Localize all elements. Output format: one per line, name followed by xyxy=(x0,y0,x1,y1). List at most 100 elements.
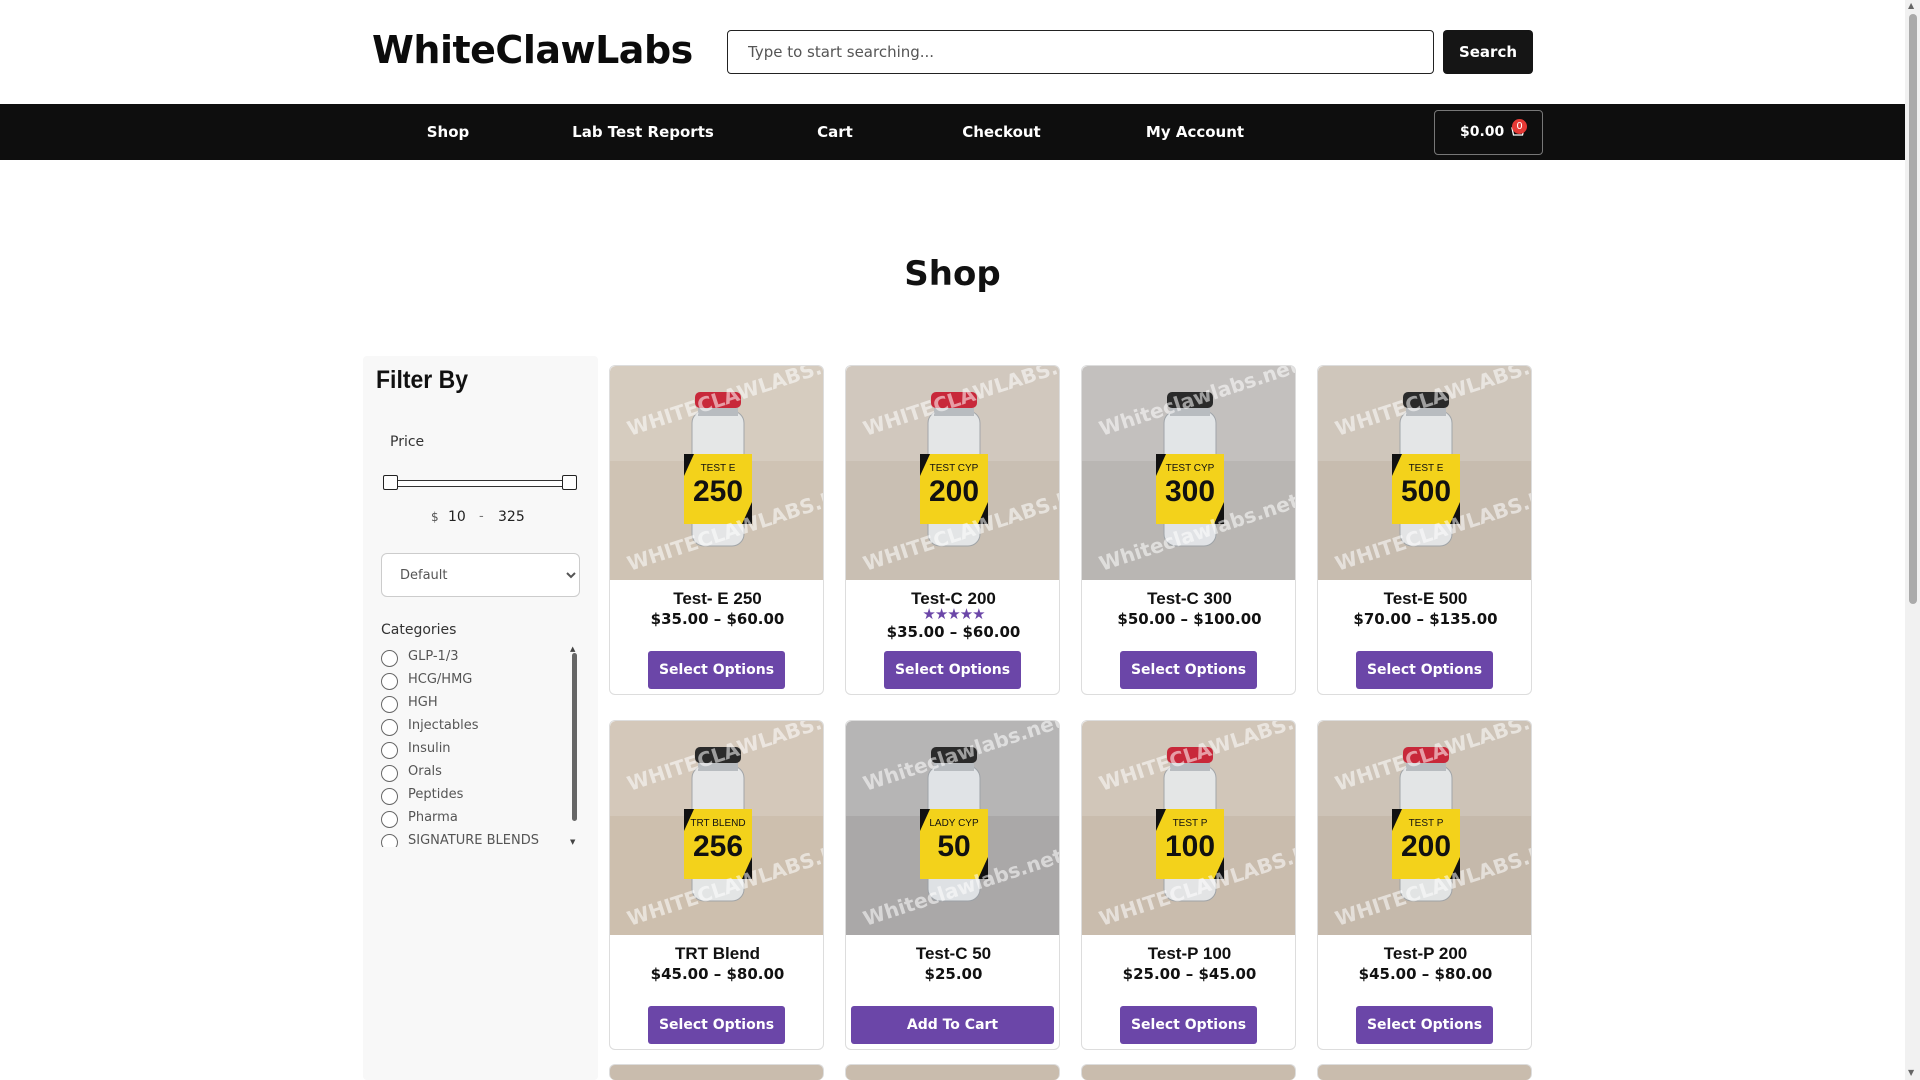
product-image[interactable]: TEST E250WHITECLAWLABS.NETWHITECLAWLABS.… xyxy=(610,366,824,580)
nav-item-cart[interactable]: Cart xyxy=(800,104,870,160)
price-slider-track[interactable] xyxy=(389,480,571,487)
filter-sidebar: Filter By Price $ - Default Categories G… xyxy=(363,356,598,1080)
product-image[interactable]: TEST P100WHITECLAWLABS.NETWHITECLAWLABS.… xyxy=(1082,721,1296,935)
price-separator: - xyxy=(479,509,484,524)
category-scroll-up-icon[interactable]: ▲ xyxy=(570,645,575,653)
category-item[interactable]: Peptides xyxy=(381,785,571,808)
nav-item-lab-test-reports[interactable]: Lab Test Reports xyxy=(563,104,723,160)
category-item[interactable]: GLP-1/3 xyxy=(381,647,571,670)
search-button[interactable]: Search xyxy=(1443,30,1533,74)
product-name[interactable]: Test-C 50 xyxy=(846,944,1059,964)
category-item[interactable]: Orals xyxy=(381,762,571,785)
category-item[interactable]: HCG/HMG xyxy=(381,670,571,693)
product-price: $70.00 – $135.00 xyxy=(1353,610,1498,628)
product-image[interactable]: TEST P200WHITECLAWLABS.NETWHITECLAWLABS.… xyxy=(1318,721,1532,935)
product-image[interactable]: TEST CYP200WHITECLAWLABS.NETWHITECLAWLAB… xyxy=(846,366,1060,580)
site-logo[interactable]: WhiteClawLabs xyxy=(372,28,693,72)
product-name[interactable]: Test-E 500 xyxy=(1318,589,1531,609)
product-image-wrap[interactable]: TEST P 100 WHITECLAWLABS.NET WHITECLAWLABS.… xyxy=(1082,721,1296,935)
category-radio[interactable] xyxy=(381,650,398,667)
category-item[interactable]: Insulin xyxy=(381,739,571,762)
product-image[interactable]: TEST E500WHITECLAWLABS.NETWHITECLAWLABS.… xyxy=(1318,366,1532,580)
product-image[interactable]: TEST CYP300Whiteclawlabs.netWhiteclawlab… xyxy=(1082,366,1296,580)
category-radio[interactable] xyxy=(381,742,398,759)
page-scroll-thumb[interactable] xyxy=(1909,14,1917,604)
sort-select[interactable]: Default xyxy=(381,553,580,597)
category-radio[interactable] xyxy=(381,811,398,828)
select-options-button[interactable]: Select Options xyxy=(1356,1006,1493,1044)
select-options-button[interactable]: Select Options xyxy=(648,651,785,689)
category-radio[interactable] xyxy=(381,673,398,690)
vial-label-number: 300 xyxy=(1165,475,1215,508)
product-image-wrap[interactable]: TEST E 250 WHITECLAWLABS.NET WHITECLAWLABS.… xyxy=(610,366,824,580)
category-name: GLP-1/3 xyxy=(408,649,459,664)
category-name: HCG/HMG xyxy=(408,672,473,687)
category-name: Pharma xyxy=(408,810,458,825)
category-item[interactable]: Injectables xyxy=(381,716,571,739)
product-name[interactable]: Test-C 300 xyxy=(1082,589,1295,609)
category-name: SIGNATURE BLENDS xyxy=(408,833,539,847)
product-card[interactable]: TRT BLEND 256 WHITECLAWLABS.NET WHITECLAWLA… xyxy=(609,720,824,1050)
category-radio[interactable] xyxy=(381,696,398,713)
search-input[interactable] xyxy=(727,30,1434,74)
page-title: Shop xyxy=(904,254,1001,294)
select-options-button[interactable]: Select Options xyxy=(884,651,1021,689)
product-image[interactable]: LADY CYP50Whiteclawlabs.netWhiteclawlabs… xyxy=(846,721,1060,935)
product-card[interactable]: TEST P 100 WHITECLAWLABS.NET WHITECLAWLABS.… xyxy=(1081,720,1296,1050)
page-scroll-down-icon[interactable]: ▼ xyxy=(1908,1068,1914,1077)
product-card-partial[interactable] xyxy=(1317,1064,1532,1080)
product-image[interactable]: TRT BLEND256WHITECLAWLABS.NETWHITECLAWLA… xyxy=(610,721,824,935)
category-scroll-down-icon[interactable]: ▼ xyxy=(570,838,575,846)
product-card[interactable]: TEST E 500 WHITECLAWLABS.NET WHITECLAWLABS.… xyxy=(1317,365,1532,695)
select-options-button[interactable]: Select Options xyxy=(1356,651,1493,689)
category-item[interactable]: SIGNATURE BLENDS xyxy=(381,831,571,847)
select-options-button[interactable]: Select Options xyxy=(648,1006,785,1044)
product-image-wrap[interactable]: TEST E 500 WHITECLAWLABS.NET WHITECLAWLABS.… xyxy=(1318,366,1532,580)
product-card[interactable]: TEST CYP 300 Whiteclawlabs.net Whiteclawlab… xyxy=(1081,365,1296,695)
product-card[interactable]: LADY CYP 50 Whiteclawlabs.net Whiteclawlabs… xyxy=(845,720,1060,1050)
category-scrollbar[interactable] xyxy=(572,653,577,821)
add-to-cart-button[interactable]: Add To Cart xyxy=(851,1006,1054,1044)
product-card[interactable]: TEST P 200 WHITECLAWLABS.NET WHITECLAWLABS.… xyxy=(1317,720,1532,1050)
category-radio[interactable] xyxy=(381,788,398,805)
product-image-wrap[interactable]: LADY CYP 50 Whiteclawlabs.net Whiteclawlabs… xyxy=(846,721,1060,935)
product-name[interactable]: Test- E 250 xyxy=(610,589,823,609)
mini-cart-button[interactable]: $0.00 0 xyxy=(1434,110,1543,155)
product-image-wrap[interactable]: TEST CYP 300 Whiteclawlabs.net Whiteclawlab… xyxy=(1082,366,1296,580)
category-radio[interactable] xyxy=(381,719,398,736)
page-scrollbar[interactable]: ▲ ▼ xyxy=(1905,0,1920,1080)
price-max-input[interactable] xyxy=(498,509,538,525)
category-radio[interactable] xyxy=(381,834,398,847)
product-card-partial[interactable] xyxy=(609,1064,824,1080)
cart-count-badge: 0 xyxy=(1512,119,1527,134)
product-card[interactable]: TEST CYP 200 WHITECLAWLABS.NET WHITECLAWLAB… xyxy=(845,365,1060,695)
category-item[interactable]: Pharma xyxy=(381,808,571,831)
price-slider-max-handle[interactable] xyxy=(562,475,577,490)
vial-label-number: 500 xyxy=(1401,475,1451,508)
product-name[interactable]: Test-P 100 xyxy=(1082,944,1295,964)
nav-item-shop[interactable]: Shop xyxy=(408,104,488,160)
vial-label-number: 250 xyxy=(693,475,743,508)
categories-label: Categories xyxy=(381,622,457,638)
product-name[interactable]: Test-P 200 xyxy=(1318,944,1531,964)
select-options-button[interactable]: Select Options xyxy=(1120,1006,1257,1044)
category-item[interactable]: HGH xyxy=(381,693,571,716)
nav-item-checkout[interactable]: Checkout xyxy=(950,104,1053,160)
product-image-wrap[interactable]: TEST P 200 WHITECLAWLABS.NET WHITECLAWLABS.… xyxy=(1318,721,1532,935)
product-name[interactable]: TRT Blend xyxy=(610,944,823,964)
product-price: $25.00 – $45.00 xyxy=(1122,965,1257,983)
page-scroll-up-icon[interactable]: ▲ xyxy=(1908,1,1914,10)
category-name: Insulin xyxy=(408,741,451,756)
product-image-wrap[interactable]: TRT BLEND 256 WHITECLAWLABS.NET WHITECLAWLA… xyxy=(610,721,824,935)
product-card-partial[interactable] xyxy=(1081,1064,1296,1080)
product-price: $25.00 xyxy=(924,965,983,983)
category-radio[interactable] xyxy=(381,765,398,782)
product-card-partial[interactable] xyxy=(845,1064,1060,1080)
price-slider-min-handle[interactable] xyxy=(383,475,398,490)
product-image-wrap[interactable]: TEST CYP 200 WHITECLAWLABS.NET WHITECLAWLAB… xyxy=(846,366,1060,580)
main-nav: Shop Lab Test Reports Cart Checkout My A… xyxy=(0,104,1905,160)
product-card[interactable]: TEST E 250 WHITECLAWLABS.NET WHITECLAWLABS.… xyxy=(609,365,824,695)
cart-total: $0.00 xyxy=(1460,124,1505,140)
nav-item-my-account[interactable]: My Account xyxy=(1140,104,1250,160)
select-options-button[interactable]: Select Options xyxy=(1120,651,1257,689)
